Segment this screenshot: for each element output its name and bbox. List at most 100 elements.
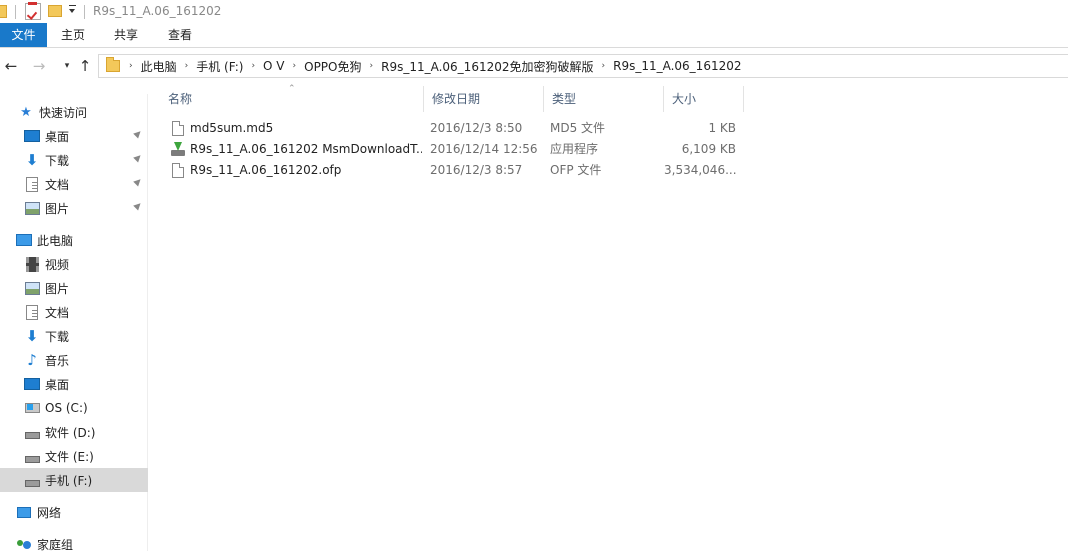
drive-icon — [24, 472, 40, 488]
breadcrumb-phone-drive[interactable]: 手机 (F:) — [188, 58, 251, 75]
computer-icon — [16, 232, 32, 248]
tab-file[interactable]: 文件 — [0, 23, 47, 47]
sidebar-item-label: 快速访问 — [39, 105, 88, 120]
sidebar-item-label: 下载 — [45, 153, 70, 168]
file-date: 2016/12/3 8:50 — [430, 121, 523, 135]
document-icon — [24, 304, 40, 320]
file-type: MD5 文件 — [550, 121, 606, 135]
video-icon — [24, 256, 40, 272]
sidebar-item-label: 家庭组 — [37, 537, 74, 551]
sidebar-item-label: 桌面 — [45, 377, 70, 392]
tab-view[interactable]: 查看 — [160, 23, 200, 47]
star-icon: ★ — [20, 104, 32, 120]
file-date: 2016/12/3 8:57 — [430, 163, 523, 177]
file-date: 2016/12/14 12:56 — [430, 142, 538, 156]
tab-home[interactable]: 主页 — [53, 23, 93, 47]
sidebar-item-drive-d[interactable]: 软件 (D:) — [0, 420, 148, 444]
ribbon: 文件 主页 共享 查看 — [0, 23, 1068, 48]
sidebar-item-label: 桌面 — [45, 129, 70, 144]
sidebar-item-documents[interactable]: 文档 ▲ — [0, 172, 148, 196]
sidebar-item-label: 文档 — [45, 305, 70, 320]
toolbar-separator — [15, 5, 16, 19]
sidebar-item-desktop[interactable]: 桌面 ▲ — [0, 124, 148, 148]
file-type: OFP 文件 — [550, 163, 602, 177]
sidebar-item-label: 此电脑 — [37, 233, 74, 248]
picture-icon — [24, 280, 40, 296]
network-icon — [16, 504, 32, 520]
properties-icon[interactable] — [25, 2, 41, 20]
document-icon — [24, 176, 40, 192]
navigation-bar: ← → ▾ ↑ › 此电脑 › 手机 (F:) › O V › OPPO免狗 ›… — [0, 52, 1068, 80]
sidebar-item-homegroup[interactable]: 家庭组 — [0, 532, 148, 551]
pin-icon[interactable]: ▲ — [132, 200, 146, 214]
navigation-pane: ★ 快速访问 桌面 ▲ ⬇ 下载 ▲ 文档 ▲ 图片 ▲ 此电脑 视频 图片 文… — [0, 94, 148, 551]
customize-toolbar-icon[interactable] — [68, 5, 77, 15]
recent-locations-icon[interactable]: ▾ — [58, 56, 76, 76]
pin-icon[interactable]: ▲ — [132, 176, 146, 190]
file-size: 3,534,046... — [664, 163, 736, 177]
sidebar-item-label: 图片 — [45, 281, 70, 296]
desktop-icon — [24, 128, 40, 144]
new-folder-icon[interactable] — [48, 5, 62, 17]
address-bar[interactable]: › 此电脑 › 手机 (F:) › O V › OPPO免狗 › R9s_11_… — [98, 54, 1068, 78]
breadcrumb-this-pc[interactable]: 此电脑 — [133, 58, 185, 75]
folder-icon[interactable] — [0, 5, 7, 18]
download-icon: ⬇ — [25, 327, 39, 345]
breadcrumb-current-folder[interactable]: R9s_11_A.06_161202 — [605, 59, 749, 73]
music-icon: ♪ — [27, 351, 37, 369]
sidebar-item-label: OS (C:) — [45, 401, 88, 415]
sidebar-item-drive-e[interactable]: 文件 (E:) — [0, 444, 148, 468]
file-name: R9s_11_A.06_161202 MsmDownloadT... — [190, 142, 422, 156]
file-list: ⌃ 名称 修改日期 类型 大小 md5sum.md5 2016/12/3 8:5… — [160, 82, 1068, 551]
up-arrow-icon[interactable]: ↑ — [76, 56, 94, 76]
tab-share[interactable]: 共享 — [106, 23, 146, 47]
sidebar-item-this-pc[interactable]: 此电脑 — [0, 228, 148, 252]
sidebar-item-label: 文档 — [45, 177, 70, 192]
sidebar-item-label: 下载 — [45, 329, 70, 344]
sidebar-item-os-c[interactable]: OS (C:) — [0, 396, 148, 420]
sidebar-item-quick-access[interactable]: ★ 快速访问 — [0, 100, 148, 124]
file-row[interactable]: md5sum.md5 2016/12/3 8:50 MD5 文件 1 KB — [168, 118, 744, 139]
sidebar-item-label: 手机 (F:) — [45, 473, 93, 488]
column-header-date[interactable]: 修改日期 — [424, 86, 544, 112]
sidebar-item-documents-pc[interactable]: 文档 — [0, 300, 148, 324]
desktop-icon — [24, 376, 40, 392]
title-bar: R9s_11_A.06_161202 — [0, 0, 1068, 23]
sidebar-item-pictures-pc[interactable]: 图片 — [0, 276, 148, 300]
file-type: 应用程序 — [550, 142, 599, 156]
pin-icon[interactable]: ▲ — [132, 152, 146, 166]
back-arrow-icon[interactable]: ← — [2, 56, 20, 76]
column-header-name[interactable]: 名称 — [160, 86, 424, 112]
sidebar-item-label: 软件 (D:) — [45, 425, 96, 440]
sidebar-item-label: 视频 — [45, 257, 70, 272]
sidebar-item-network[interactable]: 网络 — [0, 500, 148, 524]
file-size: 1 KB — [708, 121, 736, 135]
forward-arrow-icon[interactable]: → — [30, 56, 48, 76]
breadcrumb-crack-version[interactable]: R9s_11_A.06_161202免加密狗破解版 — [373, 58, 601, 75]
homegroup-icon — [16, 536, 32, 551]
window-title: R9s_11_A.06_161202 — [93, 4, 222, 18]
toolbar-separator — [84, 5, 85, 19]
drive-icon — [24, 448, 40, 464]
sidebar-item-desktop-pc[interactable]: 桌面 — [0, 372, 148, 396]
sidebar-item-music[interactable]: ♪ 音乐 — [0, 348, 148, 372]
file-icon — [172, 163, 184, 178]
file-row[interactable]: R9s_11_A.06_161202.ofp 2016/12/3 8:57 OF… — [168, 160, 744, 181]
sidebar-item-downloads[interactable]: ⬇ 下载 ▲ — [0, 148, 148, 172]
sidebar-item-pictures[interactable]: 图片 ▲ — [0, 196, 148, 220]
file-icon — [172, 121, 184, 136]
column-header-size[interactable]: 大小 — [664, 86, 744, 112]
sidebar-item-label: 网络 — [37, 505, 62, 520]
os-drive-icon — [24, 400, 40, 416]
sidebar-item-label: 图片 — [45, 201, 70, 216]
breadcrumb-ov[interactable]: O V — [255, 59, 292, 73]
breadcrumb-oppo[interactable]: OPPO免狗 — [296, 58, 369, 75]
file-row[interactable]: R9s_11_A.06_161202 MsmDownloadT... 2016/… — [168, 139, 744, 160]
pin-icon[interactable]: ▲ — [132, 128, 146, 142]
sidebar-item-drive-f[interactable]: 手机 (F:) — [0, 468, 148, 492]
sidebar-item-videos[interactable]: 视频 — [0, 252, 148, 276]
sidebar-item-label: 音乐 — [45, 353, 70, 368]
sidebar-item-downloads-pc[interactable]: ⬇ 下载 — [0, 324, 148, 348]
column-header-type[interactable]: 类型 — [544, 86, 664, 112]
download-icon: ⬇ — [25, 151, 39, 169]
